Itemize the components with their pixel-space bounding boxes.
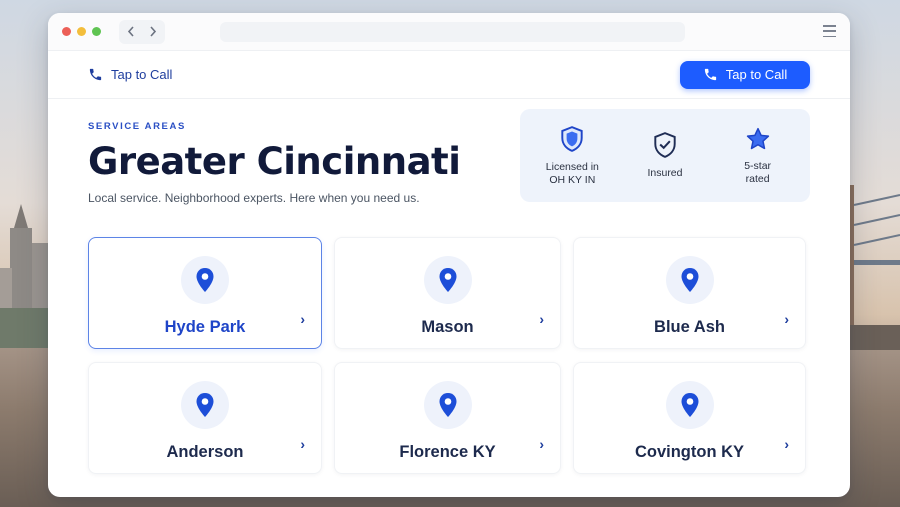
map-pin-icon — [439, 268, 456, 292]
area-card-florence-ky[interactable]: Florence KY › — [334, 362, 561, 474]
area-card-anderson[interactable]: Anderson › — [88, 362, 322, 474]
menu-icon[interactable] — [823, 25, 836, 37]
pin-badge — [423, 381, 472, 429]
badge-insured-label: Insured — [647, 167, 683, 179]
chevron-right-icon: › — [784, 311, 789, 327]
area-card-blue-ash[interactable]: Blue Ash › — [573, 237, 806, 349]
badge-insured: Insured — [620, 131, 710, 180]
browser-titlebar — [48, 13, 850, 51]
badge-rated: 5-star rated — [713, 126, 803, 186]
pin-badge — [665, 256, 714, 304]
shield-check-icon — [654, 132, 676, 158]
badge-licensed: Licensed in OH KY IN — [527, 125, 617, 187]
area-card-label: Anderson — [166, 443, 244, 461]
map-pin-icon — [681, 268, 698, 292]
phone-icon — [704, 68, 716, 81]
chevron-right-icon: › — [539, 311, 544, 327]
chevron-left-icon — [127, 26, 134, 37]
area-card-label: Blue Ash — [654, 318, 725, 336]
area-card-label: Florence KY — [399, 443, 496, 461]
map-pin-icon — [681, 393, 698, 417]
area-card-label: Hyde Park — [164, 318, 246, 336]
area-card-label: Covington KY — [634, 443, 745, 461]
navigation-controls — [119, 19, 165, 44]
map-pin-icon — [196, 268, 214, 292]
address-bar[interactable] — [220, 22, 685, 42]
site-header: Tap to Call Tap to Call — [48, 51, 850, 99]
pin-badge — [181, 256, 229, 304]
chevron-right-icon: › — [784, 436, 789, 452]
hero-section: SERVICE AREAS Greater Cincinnati Local s… — [48, 99, 850, 234]
shield-icon — [561, 125, 583, 152]
chevron-right-icon — [150, 26, 157, 37]
minimize-window-button[interactable] — [77, 27, 86, 36]
area-card-covington-ky[interactable]: Covington KY › — [573, 362, 806, 474]
back-button[interactable] — [120, 21, 142, 43]
maximize-window-button[interactable] — [92, 27, 101, 36]
chevron-right-icon: › — [300, 311, 305, 327]
tap-to-call-link[interactable]: Tap to Call — [88, 67, 172, 82]
area-card-mason[interactable]: Mason › — [334, 237, 561, 349]
tap-to-call-button[interactable]: Tap to Call — [680, 60, 810, 89]
tap-to-call-button-label: Tap to Call — [725, 67, 788, 82]
badge-rated-label: 5-star rated — [744, 159, 772, 185]
area-card-hyde-park[interactable]: Hyde Park › — [88, 237, 322, 349]
service-area-grid: Hyde Park › Mason › Blue Ash › Anderson … — [88, 237, 810, 474]
area-card-label: Mason — [421, 318, 474, 336]
star-icon — [746, 127, 769, 149]
pin-badge — [181, 381, 229, 429]
tap-to-call-link-label: Tap to Call — [111, 67, 173, 82]
map-pin-icon — [439, 393, 456, 417]
forward-button[interactable] — [142, 21, 164, 43]
pin-badge — [423, 256, 472, 304]
trust-badges: Licensed in OH KY IN Insured 5-star rated — [520, 109, 810, 202]
pin-badge — [665, 381, 714, 429]
phone-icon — [89, 68, 102, 81]
chevron-right-icon: › — [539, 436, 544, 452]
chevron-right-icon: › — [300, 436, 305, 452]
map-pin-icon — [196, 393, 214, 417]
badge-licensed-label: Licensed in OH KY IN — [545, 160, 599, 186]
close-window-button[interactable] — [62, 27, 71, 36]
